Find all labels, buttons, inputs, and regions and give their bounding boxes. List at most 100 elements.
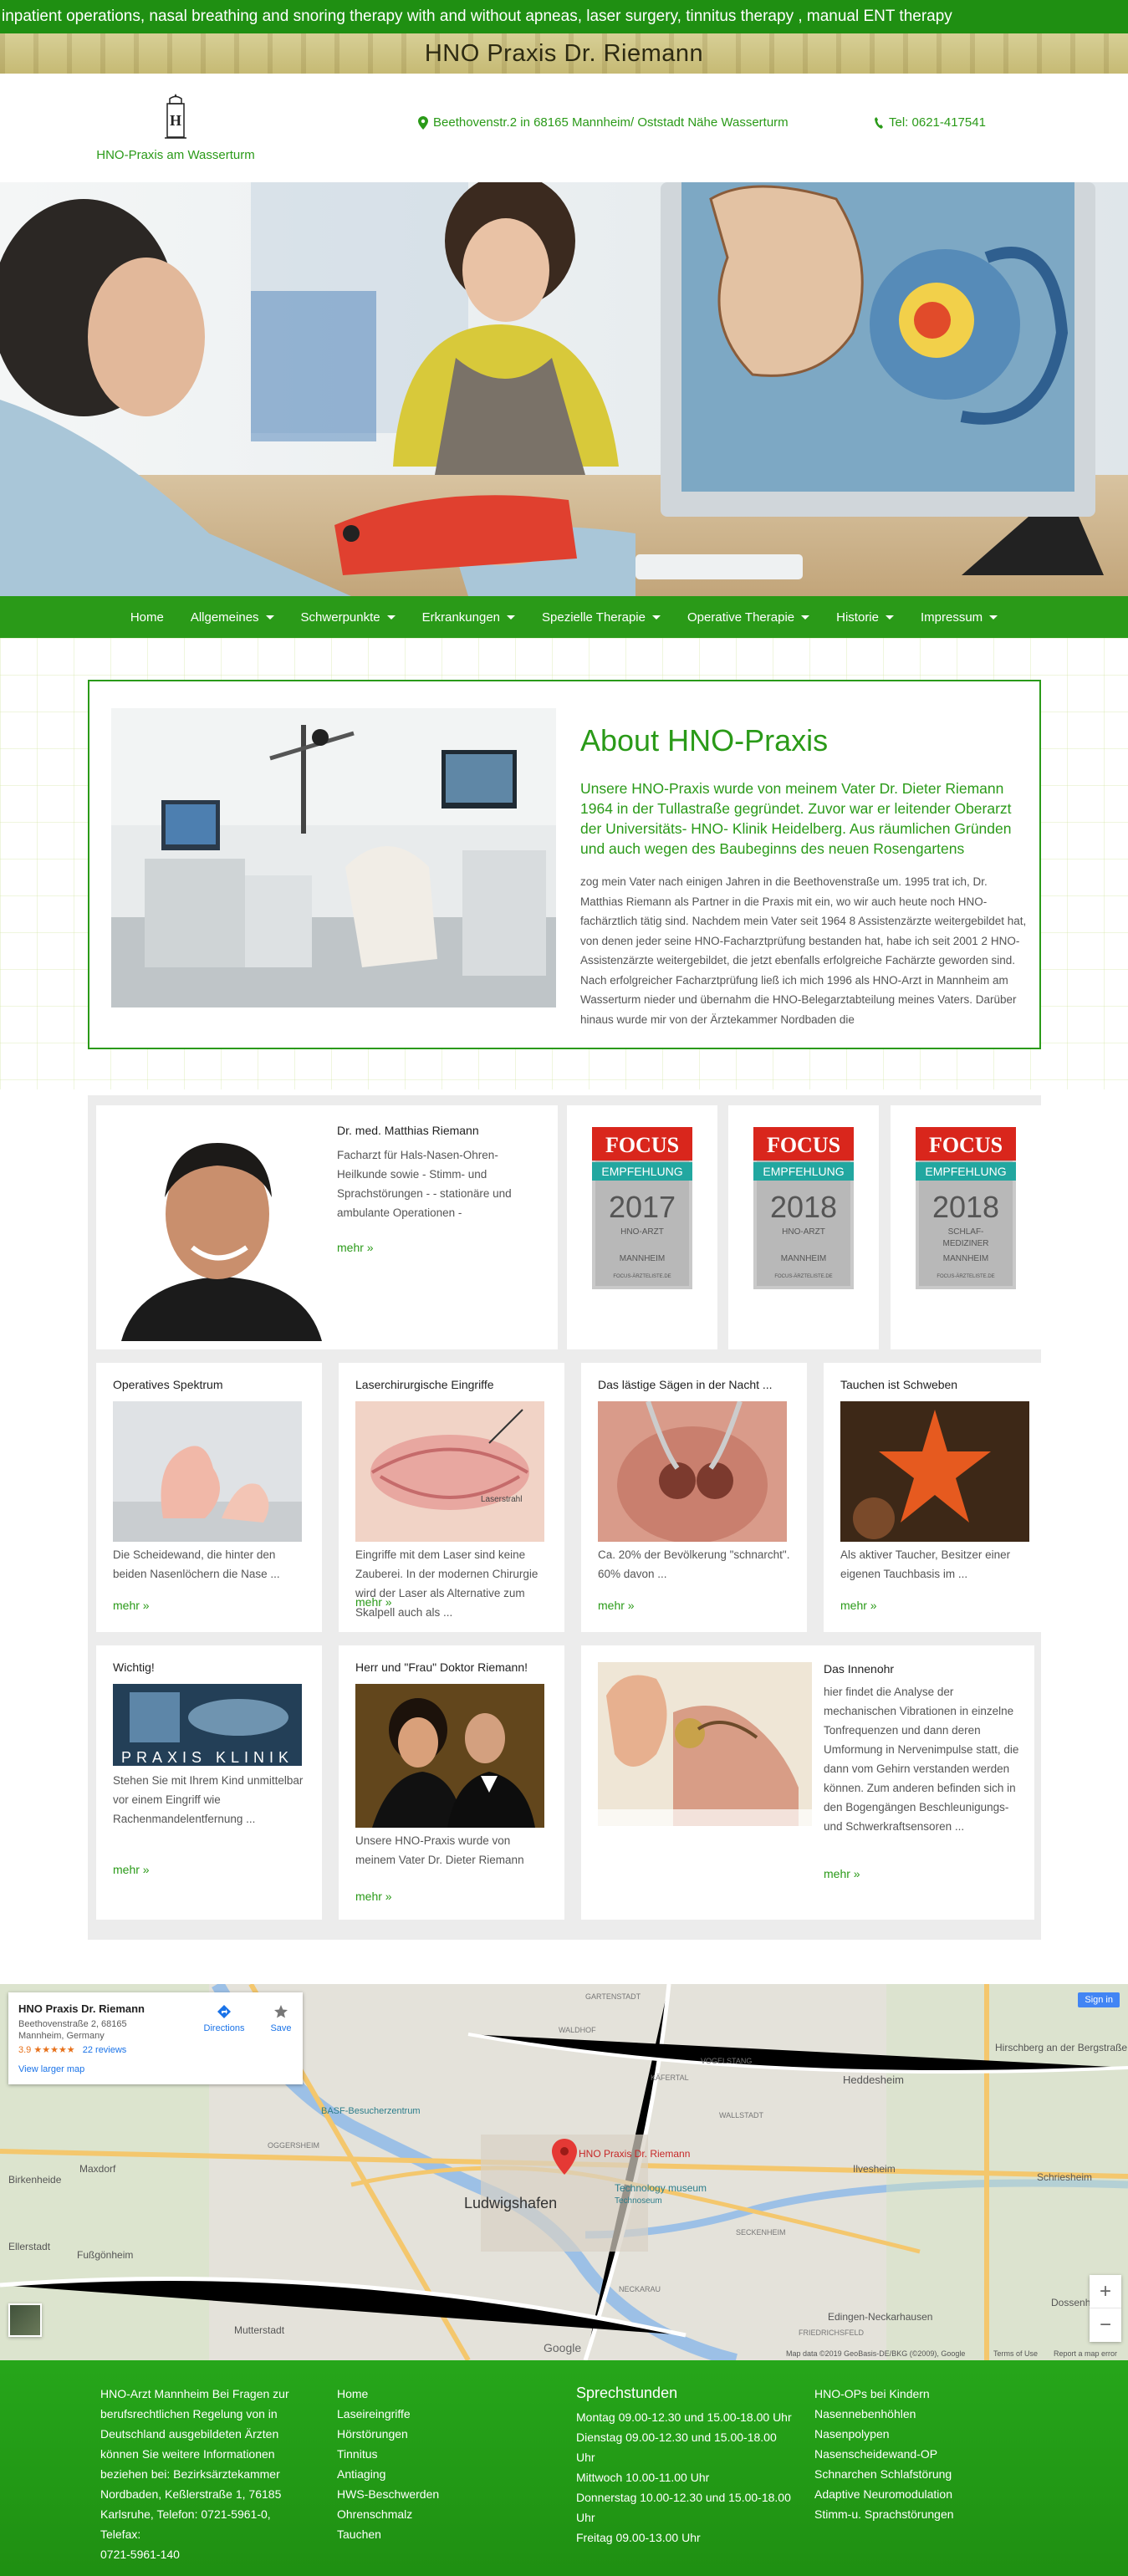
nav-item-historie[interactable]: Historie <box>823 610 907 625</box>
about-title: About HNO-Praxis <box>580 723 829 757</box>
footer-link[interactable]: Tauchen <box>337 2524 454 2544</box>
footer-link[interactable]: Nasenscheidewand-OP <box>814 2444 998 2464</box>
footer-link[interactable]: Stimm-u. Sprachstörungen <box>814 2504 998 2524</box>
footer-text-line: HNO-Arzt Mannheim Bei Fragen zur <box>100 2387 289 2400</box>
map-label-vogelstang: VOGELSTANG <box>701 2057 752 2065</box>
article-card-text: Ca. 20% der Bevölkerung "schnarcht". 60%… <box>598 1548 790 1580</box>
map-label-hirschberg: Hirschberg an der Bergstraße <box>995 2042 1127 2053</box>
footer-link[interactable]: Nasennebenhöhlen <box>814 2404 998 2424</box>
article-more-link[interactable]: mehr » <box>355 1890 392 1903</box>
footer-link[interactable]: HNO-OPs bei Kindern <box>814 2384 998 2404</box>
map-sign-in-button[interactable]: Sign in <box>1078 1992 1120 2007</box>
directions-label: Directions <box>203 2023 245 2033</box>
article-card-text: Als aktiver Taucher, Besitzer einer eige… <box>840 1548 1011 1580</box>
footer-link[interactable]: Nasenpolypen <box>814 2424 998 2444</box>
directions-icon <box>217 2005 231 2018</box>
footer-text-line: Freitag 09.00-13.00 Uhr <box>576 2531 701 2544</box>
footer-link[interactable]: Tinnitus <box>337 2444 454 2464</box>
article-card-image[interactable] <box>355 1684 544 1828</box>
article-card-title[interactable]: Wichtig! <box>113 1660 155 1674</box>
map-terms-link[interactable]: Terms of Use <box>993 2349 1038 2358</box>
focus-brand: FOCUS <box>929 1133 1003 1157</box>
focus-year: 2017 <box>609 1190 676 1224</box>
footer-link[interactable]: Home <box>337 2384 454 2404</box>
logo-letter: H <box>170 112 181 129</box>
article-more-link[interactable]: mehr » <box>355 1595 392 1609</box>
article-card-title[interactable]: Herr und "Frau" Doktor Riemann! <box>355 1660 528 1674</box>
zoom-out-button[interactable]: − <box>1090 2308 1121 2342</box>
article-card-text: hier findet die Analyse der mechanischen… <box>824 1686 1019 1833</box>
map-label-fussgoenheim: Fußgönheim <box>77 2249 133 2261</box>
footer-link[interactable]: Adaptive Neuromodulation <box>814 2484 998 2504</box>
site-title: HNO Praxis Dr. Riemann <box>424 40 704 67</box>
article-more-link[interactable]: mehr » <box>113 1863 150 1876</box>
article-card: Das Innenohr hier findet die Analyse der … <box>581 1645 1034 1920</box>
doctor-more-link[interactable]: mehr » <box>337 1241 374 1254</box>
satellite-toggle-button[interactable] <box>8 2303 42 2337</box>
article-card-title[interactable]: Das Innenohr <box>824 1662 894 1676</box>
focus-badge[interactable]: FOCUS EMPFEHLUNG 2018 SCHLAF- MEDIZINER … <box>916 1127 1016 1289</box>
article-card-text: Stehen Sie mit Ihrem Kind unmittelbar vo… <box>113 1774 304 1825</box>
map-label-edingen: Edingen-Neckarhausen <box>828 2311 932 2323</box>
article-card-image[interactable]: Laserstrahl <box>355 1401 544 1542</box>
map-place-card: HNO Praxis Dr. Riemann Beethovenstraße 2… <box>8 1992 303 2084</box>
map-report-link[interactable]: Report a map error <box>1054 2349 1117 2358</box>
phone-contact[interactable]: Tel: 0621-417541 <box>874 115 986 130</box>
map-pin-label: HNO Praxis Dr. Riemann <box>579 2148 690 2160</box>
footer-link[interactable]: Ohrenschmalz <box>337 2504 454 2524</box>
site-logo[interactable]: H HNO-Praxis am Wasserturm <box>96 92 255 162</box>
focus-badge[interactable]: FOCUS EMPFEHLUNG 2017 HNO-ARZT MANNHEIM … <box>592 1127 692 1289</box>
map-label-ludwigshafen: Ludwigshafen <box>464 2195 557 2211</box>
footer-text-line: Mittwoch 10.00-11.00 Uhr <box>576 2471 710 2484</box>
footer-link[interactable]: Laseireingriffe <box>337 2404 454 2424</box>
footer-link[interactable]: HWS-Beschwerden <box>337 2484 454 2504</box>
article-card-title[interactable]: Tauchen ist Schweben <box>840 1378 957 1391</box>
phone-text: Tel: 0621-417541 <box>889 115 986 130</box>
article-card-title[interactable]: Das lästige Sägen in der Nacht ... <box>598 1378 773 1391</box>
nav-item-label: Home <box>130 610 164 625</box>
footer-link[interactable]: Schnarchen Schlafstörung <box>814 2464 998 2484</box>
article-card-image[interactable] <box>598 1401 787 1542</box>
nav-item-schwerpunkte[interactable]: Schwerpunkte <box>288 610 409 625</box>
footer-link[interactable]: Antiaging <box>337 2464 454 2484</box>
footer-info-column: HNO-Arzt Mannheim Bei Fragen zur berufsre… <box>100 2384 301 2564</box>
nav-item-allgemeines[interactable]: Allgemeines <box>177 610 288 625</box>
top-ticker: inpatient operations, nasal breathing an… <box>0 0 1128 33</box>
map-label-heddesheim: Heddesheim <box>843 2074 904 2086</box>
footer-hours-title: Sprechstunden <box>576 2385 678 2401</box>
article-card-title[interactable]: Laserchirurgische Eingriffe <box>355 1378 494 1391</box>
article-card-title[interactable]: Operatives Spektrum <box>113 1378 223 1391</box>
map-larger-link[interactable]: View larger map <box>18 2064 84 2074</box>
focus-badge[interactable]: FOCUS EMPFEHLUNG 2018 HNO-ARZT MANNHEIM … <box>753 1127 854 1289</box>
footer-text-line: Nordbaden, Keßlerstraße 1, 76185 <box>100 2487 282 2501</box>
article-card-image[interactable] <box>598 1662 812 1826</box>
star-icon <box>274 2005 288 2018</box>
article-more-link[interactable]: mehr » <box>598 1599 635 1612</box>
doctor-text: Facharzt für Hals-Nasen-Ohren-Heilkunde … <box>337 1149 512 1219</box>
map-save-button[interactable]: Save <box>266 2004 296 2033</box>
focus-badge-card: FOCUS EMPFEHLUNG 2018 SCHLAF- MEDIZINER … <box>891 1105 1041 1349</box>
about-lead: Unsere HNO-Praxis wurde von meinem Vater… <box>580 780 1012 857</box>
zoom-in-button[interactable]: + <box>1090 2275 1121 2308</box>
nav-item-spezielle-therapie[interactable]: Spezielle Therapie <box>528 610 674 625</box>
article-card-image[interactable] <box>840 1401 1029 1542</box>
article-card-image[interactable]: PRAXIS KLINIK <box>113 1684 302 1766</box>
article-card: Tauchen ist Schweben Als aktiver Taucher,… <box>824 1363 1049 1632</box>
footer-link[interactable]: Hörstörungen <box>337 2424 454 2444</box>
water-tower-logo-icon: H <box>165 94 186 139</box>
map-rating-stars: ★★★★★ <box>33 2045 75 2055</box>
google-map[interactable]: HNO Praxis Dr. Riemann Ludwigshafen Tech… <box>0 1984 1128 2360</box>
nav-item-home[interactable]: Home <box>117 610 177 625</box>
nav-item-impressum[interactable]: Impressum <box>907 610 1011 625</box>
article-more-link[interactable]: mehr » <box>824 1867 860 1880</box>
article-more-link[interactable]: mehr » <box>840 1599 877 1612</box>
article-card: Wichtig! PRAXIS KLINIK Stehen Sie mit Ihre… <box>96 1645 322 1920</box>
map-directions-button[interactable]: Directions <box>199 2004 249 2033</box>
nav-item-operative-therapie[interactable]: Operative Therapie <box>674 610 823 625</box>
article-card-image-label: PRAXIS KLINIK <box>121 1749 293 1766</box>
footer-text-line: Uhr <box>576 2451 595 2464</box>
article-card-image[interactable] <box>113 1401 302 1542</box>
article-more-link[interactable]: mehr » <box>113 1599 150 1612</box>
nav-item-erkrankungen[interactable]: Erkrankungen <box>409 610 528 625</box>
map-reviews-link[interactable]: 22 reviews <box>83 2045 127 2055</box>
